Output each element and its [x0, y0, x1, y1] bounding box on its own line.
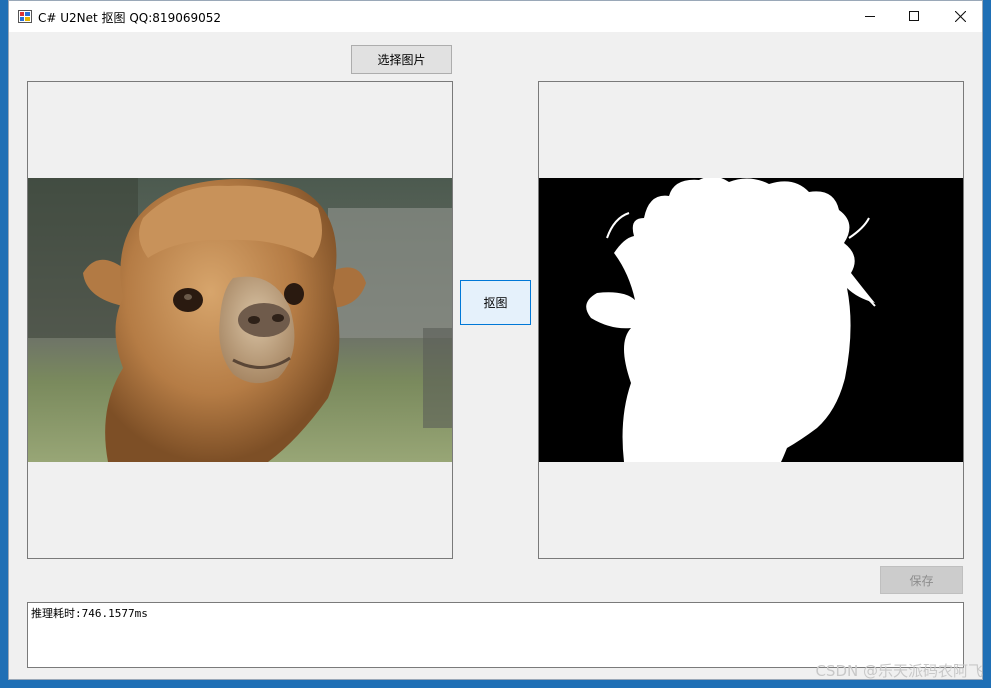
select-image-button[interactable]: 选择图片	[351, 45, 452, 74]
csdn-watermark: CSDN @乐天派码农阿飞	[815, 662, 983, 680]
matting-button[interactable]: 抠图	[460, 280, 531, 325]
save-button[interactable]: 保存	[880, 566, 963, 594]
window-title: C# U2Net 抠图 QQ:819069052	[38, 11, 222, 25]
app-icon	[18, 10, 32, 23]
source-image-box	[27, 81, 453, 559]
minimize-button[interactable]	[847, 1, 893, 31]
close-button[interactable]	[937, 1, 983, 31]
title-bar[interactable]: C# U2Net 抠图 QQ:819069052	[9, 1, 982, 32]
close-icon	[954, 10, 966, 22]
minimize-icon	[865, 16, 875, 17]
maximize-button[interactable]	[891, 1, 937, 31]
result-image-box	[538, 81, 964, 559]
result-mask-image	[539, 178, 963, 462]
app-window: C# U2Net 抠图 QQ:819069052 选择图片 抠图 保存 推理耗时…	[8, 0, 983, 680]
source-image	[28, 178, 452, 462]
inference-log-textbox[interactable]: 推理耗时:746.1577ms	[27, 602, 964, 668]
maximize-icon	[909, 11, 919, 21]
